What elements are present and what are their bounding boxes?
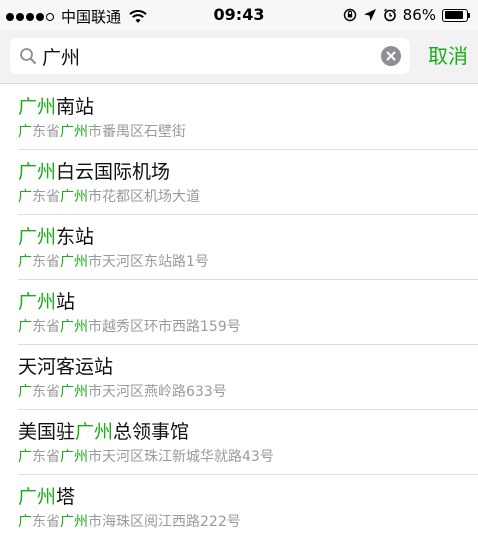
address-highlight: 广 xyxy=(18,384,32,400)
title-highlight: 广州 xyxy=(75,421,114,443)
search-header: 取消 xyxy=(0,30,478,84)
title-text: 塔 xyxy=(56,486,76,508)
result-title: 广州东站 xyxy=(18,222,94,249)
alarm-clock-icon xyxy=(383,8,396,22)
title-text: 站 xyxy=(56,291,76,313)
search-results-list: 广州南站 广东省广州市番禺区石壁街 广州白云国际机场 广东省广州市花都区机场大道 广州东… xyxy=(0,85,478,536)
address-highlight: 广 xyxy=(18,254,32,270)
result-address: 广东省广州市花都区机场大道 xyxy=(18,186,200,206)
result-title: 广州白云国际机场 xyxy=(18,157,170,184)
result-item[interactable]: 广州塔 广东省广州市海珠区阅江西路222号 xyxy=(0,475,478,536)
address-highlight: 广州 xyxy=(60,514,88,530)
address-text: 东省 xyxy=(32,514,60,530)
title-highlight: 广州 xyxy=(18,486,57,508)
battery-percent: 86% xyxy=(402,6,436,24)
address-text: 东省 xyxy=(32,189,60,205)
result-item[interactable]: 美国驻广州总领事馆 广东省广州市天河区珠江新城华就路43号 xyxy=(0,410,478,475)
result-title: 美国驻广州总领事馆 xyxy=(18,417,189,444)
clear-search-icon[interactable] xyxy=(381,46,401,66)
address-text: 市天河区燕岭路633号 xyxy=(88,384,227,400)
address-text: 市天河区东站路1号 xyxy=(88,254,209,270)
address-text: 东省 xyxy=(32,254,60,270)
search-icon xyxy=(20,48,36,64)
address-text: 市越秀区环市西路159号 xyxy=(88,319,241,335)
address-text: 东省 xyxy=(32,124,60,140)
address-text: 东省 xyxy=(32,449,60,465)
address-highlight: 广 xyxy=(18,319,32,335)
address-text: 市海珠区阅江西路222号 xyxy=(88,514,241,530)
result-address: 广东省广州市海珠区阅江西路222号 xyxy=(18,511,241,531)
title-highlight: 广州 xyxy=(18,291,57,313)
address-text: 市花都区机场大道 xyxy=(88,189,200,205)
address-highlight: 广 xyxy=(18,124,32,140)
battery-icon xyxy=(442,8,470,22)
status-bar: 中国联通 09:43 86% xyxy=(0,0,478,30)
result-address: 广东省广州市天河区东站路1号 xyxy=(18,251,209,271)
rotation-lock-icon xyxy=(343,8,356,22)
address-text: 市天河区珠江新城华就路43号 xyxy=(88,449,274,465)
address-text: 市番禺区石壁街 xyxy=(88,124,186,140)
result-address: 广东省广州市番禺区石壁街 xyxy=(18,121,186,141)
result-item[interactable]: 广州站 广东省广州市越秀区环市西路159号 xyxy=(0,280,478,345)
address-highlight: 广 xyxy=(18,514,32,530)
title-highlight: 广州 xyxy=(18,96,57,118)
result-title: 广州塔 xyxy=(18,482,75,509)
title-text: 南站 xyxy=(56,96,95,118)
result-address: 广东省广州市越秀区环市西路159号 xyxy=(18,316,241,336)
status-bar-right: 86% xyxy=(343,6,470,24)
search-box[interactable] xyxy=(10,38,410,74)
address-highlight: 广州 xyxy=(60,319,88,335)
address-highlight: 广州 xyxy=(60,124,88,140)
address-highlight: 广州 xyxy=(60,384,88,400)
result-item[interactable]: 天河客运站广东省广州市天河区燕岭路633号 xyxy=(0,345,478,410)
title-text: 美国驻 xyxy=(18,421,76,443)
result-item[interactable]: 广州南站 广东省广州市番禺区石壁街 xyxy=(0,85,478,150)
result-title: 天河客运站 xyxy=(18,352,113,379)
address-highlight: 广州 xyxy=(60,449,88,465)
result-address: 广东省广州市天河区珠江新城华就路43号 xyxy=(18,446,274,466)
address-highlight: 广州 xyxy=(60,254,88,270)
title-text: 白云国际机场 xyxy=(56,161,171,183)
address-text: 东省 xyxy=(32,384,60,400)
result-item[interactable]: 广州东站 广东省广州市天河区东站路1号 xyxy=(0,215,478,280)
title-highlight: 广州 xyxy=(18,161,57,183)
result-address: 广东省广州市天河区燕岭路633号 xyxy=(18,381,227,401)
title-text: 东站 xyxy=(56,226,95,248)
search-input[interactable] xyxy=(42,42,372,70)
result-title: 广州南站 xyxy=(18,92,94,119)
result-item[interactable]: 广州白云国际机场 广东省广州市花都区机场大道 xyxy=(0,150,478,215)
address-highlight: 广州 xyxy=(60,189,88,205)
title-text: 总领事馆 xyxy=(113,421,190,443)
title-highlight: 广州 xyxy=(18,226,57,248)
cancel-button[interactable]: 取消 xyxy=(428,40,468,69)
result-title: 广州站 xyxy=(18,287,75,314)
address-highlight: 广 xyxy=(18,189,32,205)
location-arrow-icon xyxy=(363,9,376,21)
address-highlight: 广 xyxy=(18,449,32,465)
address-text: 东省 xyxy=(32,319,60,335)
title-text: 天河客运站 xyxy=(18,356,114,378)
